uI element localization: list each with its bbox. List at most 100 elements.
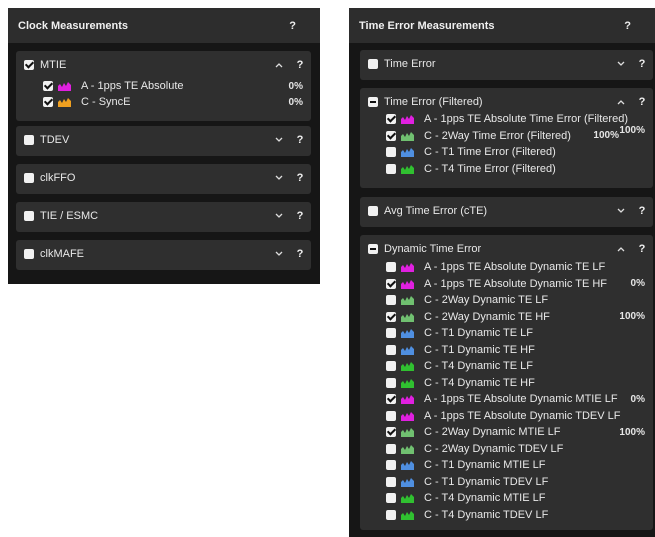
trend-chart-icon [58, 82, 71, 91]
help-icon[interactable]: ? [289, 248, 311, 260]
chevron-down-icon[interactable] [269, 135, 289, 146]
item-checkbox[interactable] [386, 262, 396, 272]
section-header-clkmafe[interactable]: clkMAFE? [16, 240, 311, 268]
item-checkbox[interactable] [386, 427, 396, 437]
help-icon[interactable]: ? [289, 172, 311, 184]
chevron-down-icon[interactable] [269, 211, 289, 222]
help-icon[interactable]: ? [624, 20, 631, 32]
list-item[interactable]: A - 1pps TE Absolute Dynamic MTIE LF 0% [360, 391, 653, 407]
item-checkbox[interactable] [386, 295, 396, 305]
section-controls: ? [611, 243, 653, 255]
help-icon[interactable]: ? [631, 205, 653, 217]
section-mtie: MTIE? A - 1pps TE Absolute 0% C - SyncE 0% [16, 51, 311, 121]
list-item[interactable]: C - T4 Dynamic TE HF [360, 375, 653, 391]
list-item[interactable]: C - 2Way Dynamic TDEV LF [360, 441, 653, 457]
section-header-mtie[interactable]: MTIE? [16, 51, 311, 79]
section-checkbox[interactable] [368, 206, 378, 216]
item-checkbox[interactable] [386, 163, 396, 174]
section-checkbox[interactable] [368, 97, 378, 107]
item-checkbox[interactable] [386, 361, 396, 371]
item-checkbox[interactable] [386, 114, 396, 124]
trend-chart-icon [401, 263, 414, 272]
help-icon[interactable]: ? [289, 59, 311, 71]
section-controls: ? [269, 172, 311, 184]
list-item[interactable]: C - 2Way Dynamic TE HF 100% [360, 309, 653, 325]
list-item[interactable]: C - T1 Time Error (Filtered) [360, 144, 653, 160]
item-checkbox[interactable] [386, 509, 396, 520]
list-item[interactable]: C - T4 Dynamic TE LF [360, 358, 653, 374]
item-checkbox[interactable] [386, 328, 396, 338]
item-percentage: 100% [619, 311, 645, 322]
item-checkbox[interactable] [43, 97, 53, 107]
chevron-up-icon[interactable] [611, 244, 631, 255]
section-checkbox[interactable] [368, 244, 378, 254]
list-item[interactable]: C - 2Way Time Error (Filtered) 100% 100% [360, 125, 653, 144]
item-checkbox[interactable] [386, 130, 396, 141]
list-item[interactable]: A - 1pps TE Absolute Dynamic TE LF [360, 259, 653, 275]
section-checkbox[interactable] [24, 249, 34, 259]
list-item[interactable]: A - 1pps TE Absolute Dynamic TE HF 0% [360, 276, 653, 292]
chevron-down-icon[interactable] [611, 59, 631, 70]
chevron-up-icon[interactable] [269, 60, 289, 71]
trend-chart-icon [401, 329, 414, 338]
item-label: C - T4 Dynamic TE LF [424, 360, 534, 372]
list-item[interactable]: A - 1pps TE Absolute Dynamic TDEV LF [360, 408, 653, 424]
section-checkbox[interactable] [368, 59, 378, 69]
item-checkbox[interactable] [386, 147, 396, 157]
trend-chart-icon [401, 395, 414, 404]
list-item[interactable]: C - SyncE 0% [16, 94, 311, 110]
item-checkbox[interactable] [386, 394, 396, 404]
section-label: clkMAFE [40, 248, 84, 260]
trend-chart-icon [58, 98, 71, 107]
item-checkbox[interactable] [386, 493, 396, 503]
help-icon[interactable]: ? [289, 20, 296, 32]
item-checkbox[interactable] [386, 443, 396, 454]
section-header-clkffo[interactable]: clkFFO? [16, 164, 311, 192]
item-checkbox[interactable] [43, 81, 53, 91]
item-label: A - 1pps TE Absolute Time Error (Filtere… [424, 113, 628, 125]
list-item[interactable]: C - 2Way Dynamic MTIE LF 100% [360, 424, 653, 440]
chevron-down-icon[interactable] [611, 206, 631, 217]
item-label: C - 2Way Dynamic TDEV LF [424, 442, 564, 455]
list-item[interactable]: A - 1pps TE Absolute Time Error (Filtere… [360, 111, 653, 127]
list-item[interactable]: A - 1pps TE Absolute 0% [16, 78, 311, 94]
item-checkbox[interactable] [386, 278, 396, 289]
help-icon[interactable]: ? [289, 134, 311, 146]
item-checkbox[interactable] [386, 377, 396, 388]
help-icon[interactable]: ? [631, 243, 653, 255]
list-item[interactable]: C - T1 Dynamic TDEV LF [360, 474, 653, 490]
list-item[interactable]: C - T4 Dynamic MTIE LF [360, 490, 653, 506]
item-checkbox[interactable] [386, 476, 396, 487]
section-header-time-error[interactable]: Time Error? [360, 50, 653, 78]
section-checkbox[interactable] [24, 173, 34, 183]
list-item[interactable]: C - T4 Dynamic TDEV LF [360, 507, 653, 523]
list-item[interactable]: C - T4 Time Error (Filtered) [360, 161, 653, 177]
trend-chart-icon [401, 115, 414, 124]
chevron-down-icon[interactable] [269, 249, 289, 260]
item-label: C - T1 Dynamic TE LF [424, 327, 534, 339]
list-item[interactable]: C - T1 Dynamic TE LF [360, 325, 653, 341]
section-checkbox[interactable] [24, 211, 34, 221]
section-label: Dynamic Time Error [384, 243, 482, 255]
list-item[interactable]: C - T1 Dynamic TE HF [360, 342, 653, 358]
help-icon[interactable]: ? [631, 58, 653, 70]
chevron-up-icon[interactable] [611, 97, 631, 108]
help-icon[interactable]: ? [631, 96, 653, 108]
panel-title: Time Error Measurements [359, 19, 495, 32]
list-item[interactable]: C - 2Way Dynamic TE LF [360, 292, 653, 308]
panel-title: Clock Measurements [18, 19, 129, 32]
section-label: Time Error (Filtered) [384, 96, 483, 108]
section-header-avg-time-error-cte[interactable]: Avg Time Error (cTE)? [360, 197, 653, 225]
item-checkbox[interactable] [386, 311, 396, 322]
section-header-tie-esmc[interactable]: TIE / ESMC? [16, 202, 311, 230]
section-checkbox[interactable] [24, 135, 34, 145]
section-checkbox[interactable] [24, 60, 34, 70]
chevron-down-icon[interactable] [269, 173, 289, 184]
section-controls: ? [269, 59, 311, 71]
item-checkbox[interactable] [386, 460, 396, 470]
section-header-tdev[interactable]: TDEV? [16, 126, 311, 154]
item-checkbox[interactable] [386, 344, 396, 355]
item-checkbox[interactable] [386, 410, 396, 421]
help-icon[interactable]: ? [289, 210, 311, 222]
list-item[interactable]: C - T1 Dynamic MTIE LF [360, 457, 653, 473]
